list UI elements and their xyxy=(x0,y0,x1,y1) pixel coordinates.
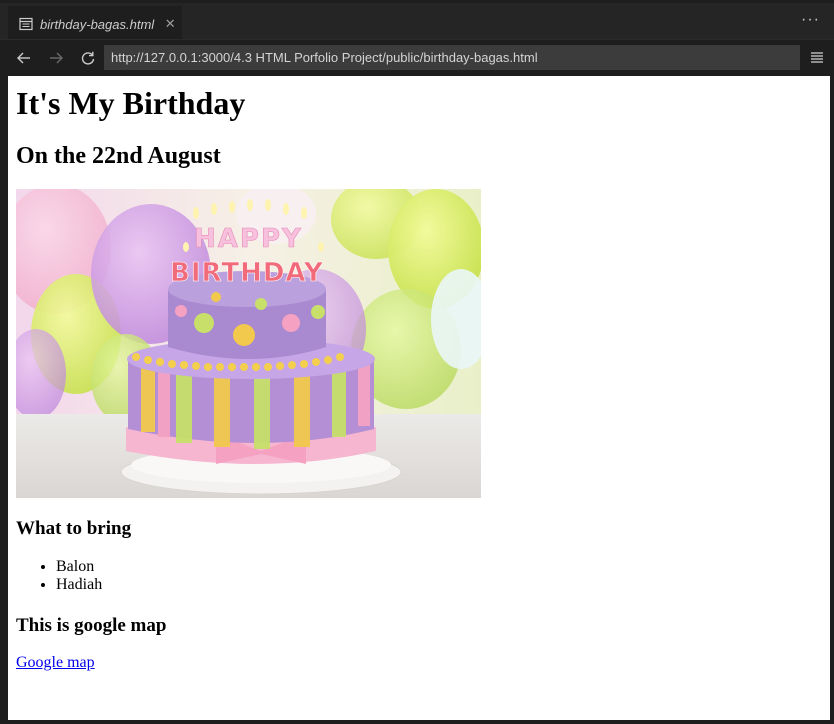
arrow-right-icon xyxy=(50,52,63,64)
bring-list: Balon Hadiah xyxy=(16,558,102,594)
google-map-link[interactable]: Google map xyxy=(16,654,95,672)
more-actions-button[interactable]: ··· xyxy=(801,11,820,29)
reload-icon xyxy=(81,51,95,65)
page-subtitle: On the 22nd August xyxy=(16,143,221,169)
svg-text:BIRTHDAY: BIRTHDAY xyxy=(170,258,324,288)
page-viewport: It's My Birthday On the 22nd August HAPP… xyxy=(8,76,830,720)
window-border xyxy=(830,76,834,724)
birthday-cake-image: HAPPY BIRTHDAY xyxy=(16,189,481,498)
address-bar[interactable]: http://127.0.0.1:3000/4.3 HTML Porfolio … xyxy=(104,45,800,70)
hamburger-menu-icon xyxy=(811,52,823,63)
back-button[interactable] xyxy=(13,47,35,69)
reload-button[interactable] xyxy=(77,47,99,69)
list-item: Balon xyxy=(56,558,102,576)
svg-text:HAPPY: HAPPY xyxy=(194,224,303,254)
navigation-bar: http://127.0.0.1:3000/4.3 HTML Porfolio … xyxy=(0,39,834,76)
what-to-bring-heading: What to bring xyxy=(16,518,132,539)
arrow-left-icon xyxy=(17,52,30,64)
tab-birthday-bagas[interactable]: birthday-bagas.html ✕ xyxy=(8,6,182,42)
forward-button[interactable] xyxy=(45,47,67,69)
preview-icon xyxy=(19,17,33,31)
page-title: It's My Birthday xyxy=(16,85,246,121)
tab-title: birthday-bagas.html xyxy=(40,16,155,32)
window-border xyxy=(0,720,834,724)
list-item: Hadiah xyxy=(56,576,102,594)
google-map-heading: This is google map xyxy=(16,615,167,636)
tab-bar: birthday-bagas.html ✕ ··· xyxy=(0,0,834,42)
close-icon[interactable]: ✕ xyxy=(163,17,177,31)
menu-button[interactable] xyxy=(808,48,826,66)
